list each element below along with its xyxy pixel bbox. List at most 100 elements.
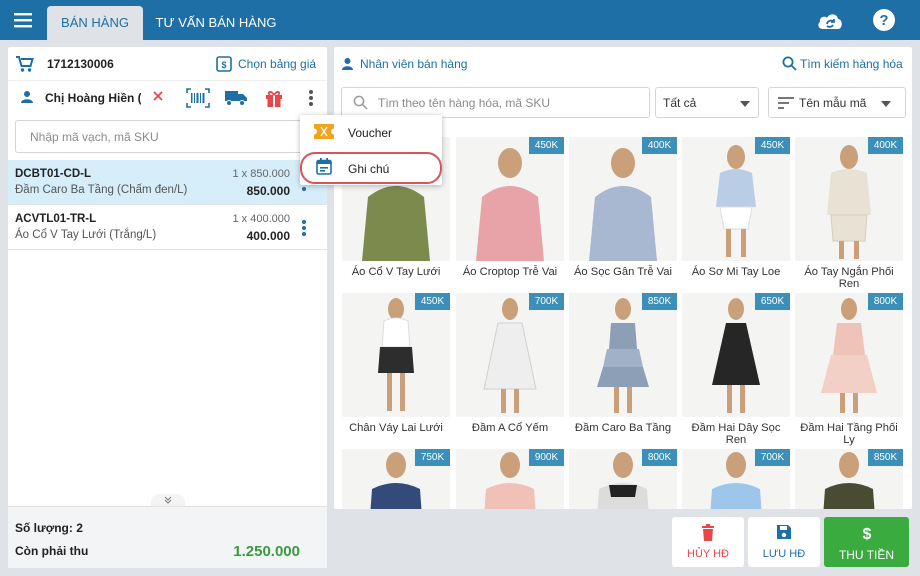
product-name: Đầm Caro Ba Tầng <box>574 422 672 434</box>
cancel-invoice-button[interactable]: HỦY HĐ <box>672 517 744 567</box>
product-name: Đầm A Cổ Yếm <box>471 422 549 434</box>
trash-icon <box>702 524 714 541</box>
product-tile[interactable]: 400K Áo Sọc Gân Trễ Vai <box>569 137 677 286</box>
price-list-link[interactable]: Chọn bảng giá <box>238 57 316 71</box>
tab-tu-van-ban-hang[interactable]: TƯ VẤN BÁN HÀNG <box>150 6 282 40</box>
product-tile[interactable]: 800K <box>569 449 677 509</box>
menu-item-label: Voucher <box>348 126 393 140</box>
price-badge: 450K <box>415 293 450 310</box>
price-badge: 450K <box>755 137 790 154</box>
price-badge: 900K <box>529 449 564 466</box>
more-options-icon[interactable] <box>308 89 314 107</box>
cloud-sync-icon[interactable] <box>815 8 842 34</box>
save-invoice-button[interactable]: LƯU HĐ <box>748 517 820 567</box>
product-image <box>682 293 790 417</box>
sort-select-value: Tên mẫu mã <box>799 96 867 110</box>
barcode-sku-input[interactable] <box>15 120 305 153</box>
menu-item-voucher[interactable]: Voucher <box>300 115 442 149</box>
price-badge: 850K <box>868 449 903 466</box>
product-tile[interactable]: 900K <box>456 449 564 509</box>
product-image <box>456 137 564 261</box>
product-tile[interactable]: 700K Đầm A Cổ Yếm <box>456 293 564 442</box>
cart-item-price: 850.000 <box>246 184 290 198</box>
cart-item-name: Áo Cổ V Tay Lưới (Trắng/L) <box>15 229 157 241</box>
collect-payment-label: THU TIỀN <box>838 548 895 562</box>
price-list-icon[interactable]: $ <box>216 56 232 72</box>
staff-icon <box>341 57 354 71</box>
price-badge: 800K <box>642 449 677 466</box>
cancel-invoice-label: HỦY HĐ <box>687 548 729 560</box>
chevron-down-icon <box>881 101 891 107</box>
product-image <box>795 137 903 261</box>
cart-item-code: DCBT01-CD-L <box>15 168 92 180</box>
gift-icon[interactable] <box>264 88 284 108</box>
cart-item[interactable]: DCBT01-CD-L Đầm Caro Ba Tầng (Chấm đen/L… <box>8 160 327 205</box>
cart-item-qty: 1 x 400.000 <box>232 213 291 225</box>
menu-icon[interactable] <box>12 9 34 31</box>
product-tile[interactable]: 650K Đầm Hai Dây Sọc Ren <box>682 293 790 446</box>
cart-item-code: ACVTL01-TR-L <box>15 213 97 225</box>
quantity-label: Số lượng: 2 <box>15 521 83 535</box>
price-badge: 700K <box>755 449 790 466</box>
due-label: Còn phải thu <box>15 544 89 558</box>
price-badge: 800K <box>868 293 903 310</box>
product-tile[interactable]: 450K Áo Sơ Mi Tay Loe <box>682 137 790 286</box>
product-image <box>456 293 564 417</box>
customer-name[interactable]: Chị Hoàng Hiền (01 <box>45 91 141 105</box>
expand-summary-button[interactable] <box>151 494 185 506</box>
product-tile[interactable]: 750K <box>342 449 450 509</box>
customer-row: Chị Hoàng Hiền (01 <box>8 81 327 115</box>
product-image <box>342 293 450 417</box>
product-tile[interactable]: 850K <box>795 449 903 509</box>
help-icon[interactable]: ? <box>872 8 898 34</box>
product-name: Đầm Hai Tầng Phối Ly <box>800 422 898 446</box>
cart-item[interactable]: ACVTL01-TR-L Áo Cổ V Tay Lưới (Trắng/L) … <box>8 205 327 250</box>
product-tile[interactable]: 800K Đầm Hai Tầng Phối Ly <box>795 293 903 446</box>
cart-icon <box>15 55 35 73</box>
product-tile[interactable]: 450K Chân Váy Lai Lưới <box>342 293 450 442</box>
product-tile[interactable]: 850K Đầm Caro Ba Tầng <box>569 293 677 442</box>
product-tile[interactable]: 450K Áo Croptop Trễ Vai <box>456 137 564 286</box>
product-search-input[interactable] <box>378 88 643 117</box>
product-grid: Áo Cổ V Tay Lưới 450K Áo Croptop Trễ Vai… <box>342 137 910 509</box>
product-search-box <box>341 87 650 118</box>
product-name: Áo Tay Ngắn Phối Ren <box>804 266 894 290</box>
user-icon <box>20 90 34 104</box>
tab-ban-hang[interactable]: BÁN HÀNG <box>47 6 143 40</box>
barcode-scan-icon[interactable] <box>186 88 210 108</box>
menu-item-label: Ghi chú <box>348 162 390 176</box>
price-badge: 700K <box>529 293 564 310</box>
svg-text:$: $ <box>862 526 871 542</box>
product-image <box>682 137 790 261</box>
product-image <box>569 137 677 261</box>
product-image <box>569 293 677 417</box>
item-more-icon[interactable] <box>301 219 307 237</box>
products-header: Nhân viên bán hàng Tìm kiếm hàng hóa <box>334 47 912 80</box>
product-name: Áo Sơ Mi Tay Loe <box>691 266 781 278</box>
dollar-icon: $ <box>862 526 871 542</box>
product-image <box>795 293 903 417</box>
product-name: Áo Croptop Trễ Vai <box>462 266 558 278</box>
sort-select[interactable]: Tên mẫu mã <box>768 87 906 118</box>
search-goods-link[interactable]: Tìm kiếm hàng hóa <box>800 57 903 71</box>
more-options-menu: Voucher Ghi chú <box>300 115 442 185</box>
collect-payment-button[interactable]: $ THU TIỀN <box>824 517 909 567</box>
calendar-note-icon <box>316 158 332 175</box>
save-invoice-label: LƯU HĐ <box>762 548 806 560</box>
sales-staff-link[interactable]: Nhân viên bán hàng <box>360 57 467 71</box>
product-tile[interactable]: 400K Áo Tay Ngắn Phối Ren <box>795 137 903 290</box>
menu-item-note[interactable]: Ghi chú <box>300 151 442 185</box>
price-badge: 450K <box>529 137 564 154</box>
sort-icon <box>778 97 794 109</box>
price-badge: 400K <box>642 137 677 154</box>
cart-item-price: 400.000 <box>246 229 290 243</box>
price-badge: 400K <box>868 137 903 154</box>
delivery-truck-icon[interactable] <box>224 89 248 107</box>
product-tile[interactable]: 700K <box>682 449 790 509</box>
remove-customer-icon[interactable] <box>153 91 163 101</box>
category-select[interactable]: Tất cả <box>655 87 759 118</box>
svg-text:?: ? <box>879 12 888 29</box>
category-select-value: Tất cả <box>663 96 697 110</box>
order-summary: Số lượng: 2 Còn phải thu 1.250.000 <box>8 506 327 568</box>
search-icon[interactable] <box>782 56 797 71</box>
